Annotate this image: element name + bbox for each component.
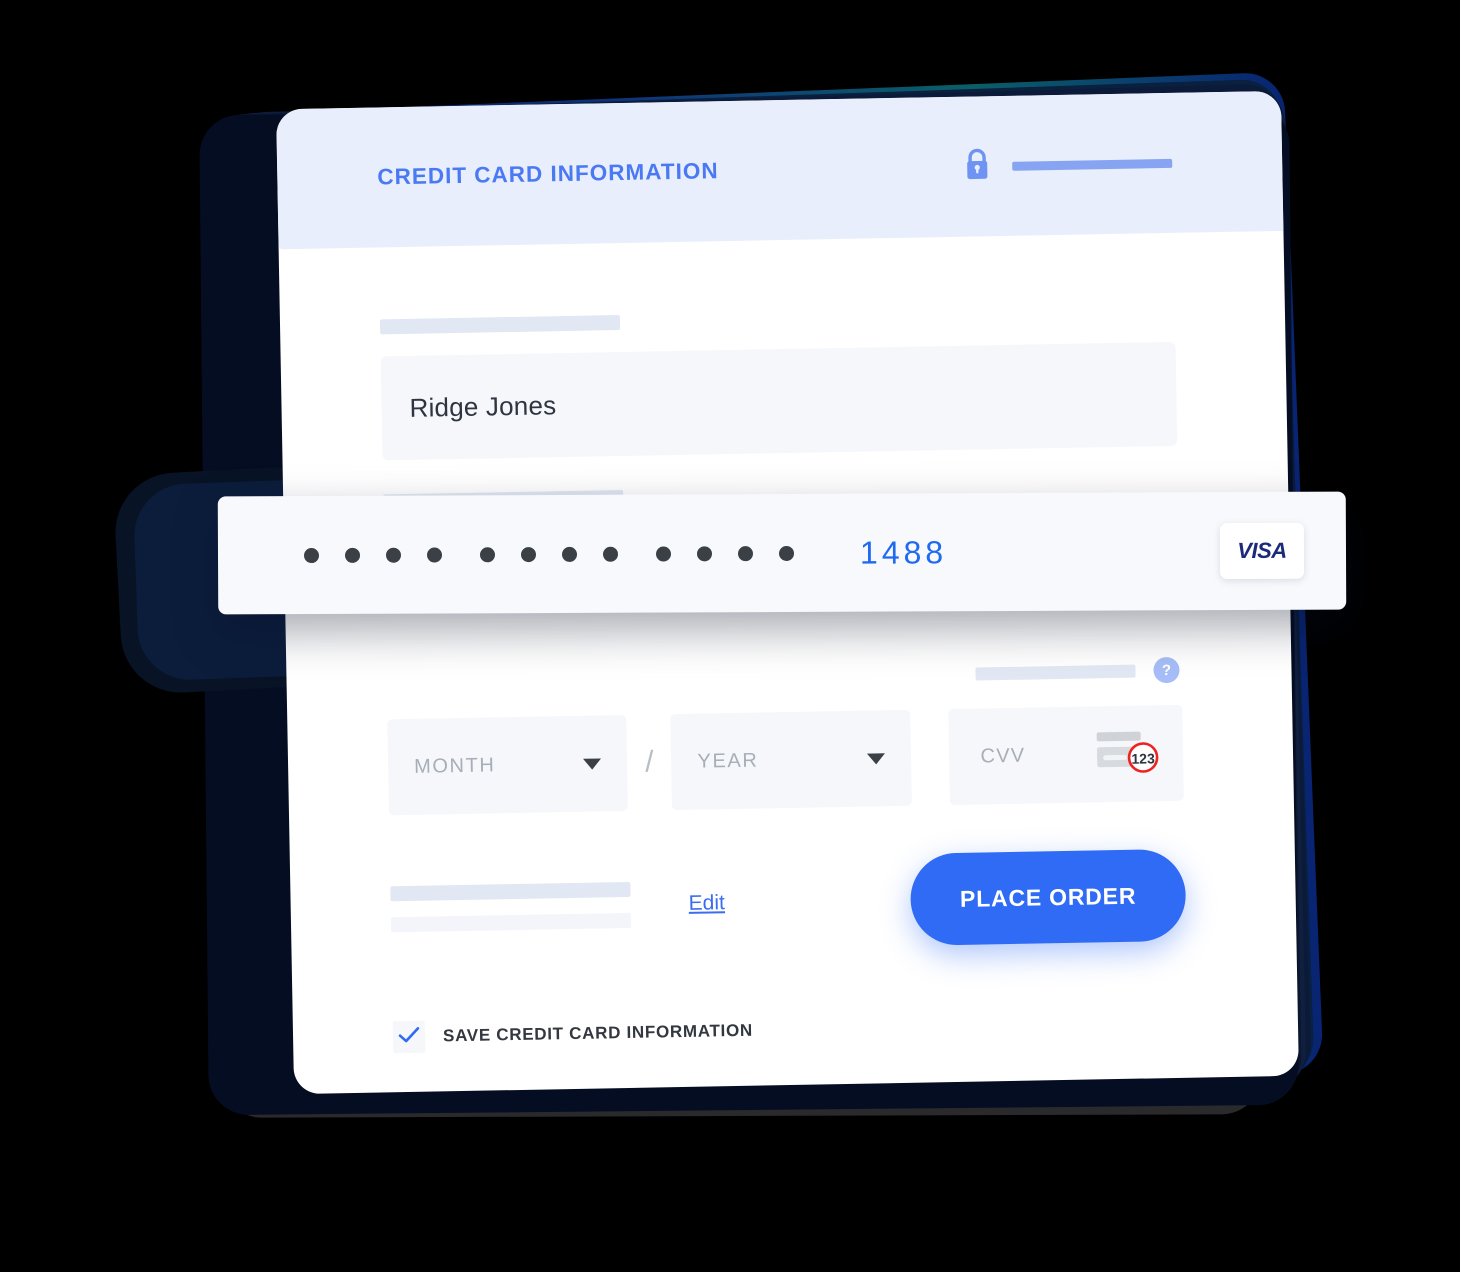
visa-logo-text: VISA xyxy=(1237,537,1287,564)
panel-header-secure-group xyxy=(962,143,1173,186)
masked-digit xyxy=(655,545,672,562)
masked-digit xyxy=(778,545,795,561)
order-action-row: Edit PLACE ORDER xyxy=(390,848,1187,956)
cardholder-name-value: Ridge Jones xyxy=(409,389,557,423)
panel-header: CREDIT CARD INFORMATION xyxy=(276,90,1284,250)
card-back-cvv-icon: 123 xyxy=(1094,725,1161,783)
masked-digit xyxy=(737,545,754,561)
svg-text:123: 123 xyxy=(1131,750,1155,766)
masked-digit xyxy=(696,545,713,561)
address-summary-placeholder xyxy=(390,881,632,933)
save-card-label: SAVE CREDIT CARD INFORMATION xyxy=(442,1020,754,1046)
expiry-separator: / xyxy=(644,745,654,779)
save-card-row: SAVE CREDIT CARD INFORMATION xyxy=(392,1007,1190,1094)
panel-body: Ridge Jones ? MONTH / YEAR CVV 123 Edit … xyxy=(280,303,1299,1094)
cvv-label-placeholder xyxy=(975,664,1136,681)
cvv-placeholder: CVV xyxy=(980,744,1026,767)
masked-digit xyxy=(344,547,361,563)
digit-group xyxy=(303,546,443,563)
chevron-down-icon xyxy=(583,757,602,770)
expiry-month-select[interactable]: MONTH xyxy=(387,714,629,816)
expiry-month-placeholder: MONTH xyxy=(413,753,496,778)
card-number-last-four: 1488 xyxy=(859,533,948,571)
cardholder-name-input[interactable]: Ridge Jones xyxy=(380,341,1178,461)
place-order-button[interactable]: PLACE ORDER xyxy=(909,848,1187,946)
card-number-strip[interactable]: 1488 VISA xyxy=(217,491,1347,615)
masked-digit xyxy=(520,546,537,562)
expiry-year-select[interactable]: YEAR xyxy=(670,709,912,811)
visa-logo-icon: VISA xyxy=(1219,522,1305,580)
cvv-input[interactable]: CVV 123 xyxy=(947,704,1184,806)
screenshot-stage: CREDIT CARD INFORMATION Ridge Jones ? MO… xyxy=(0,0,1460,1272)
cardholder-name-label-placeholder xyxy=(379,315,621,335)
address-placeholder-line-2 xyxy=(390,912,632,933)
save-card-checkbox[interactable] xyxy=(392,1020,426,1054)
cardholder-name-field-group: Ridge Jones xyxy=(379,305,1178,461)
expiry-and-cvv-row: MONTH / YEAR CVV 123 xyxy=(387,704,1184,816)
masked-digit xyxy=(385,547,402,563)
masked-digit xyxy=(561,546,578,562)
expiry-year-placeholder: YEAR xyxy=(697,749,759,773)
masked-digit xyxy=(426,546,443,563)
digit-group xyxy=(655,545,795,562)
masked-digit xyxy=(479,546,496,562)
masked-digit xyxy=(303,547,320,563)
edit-link[interactable]: Edit xyxy=(688,891,725,916)
page-title: CREDIT CARD INFORMATION xyxy=(377,158,719,190)
checkmark-icon xyxy=(398,1025,420,1048)
cvv-label-row: ? xyxy=(386,656,1181,698)
digit-group xyxy=(479,546,619,562)
address-placeholder-line-1 xyxy=(390,881,631,902)
secure-placeholder-bar xyxy=(1012,158,1173,171)
lock-icon xyxy=(962,147,993,187)
question-mark-icon[interactable]: ? xyxy=(1153,656,1180,684)
card-number-masked-digits xyxy=(303,545,795,563)
masked-digit xyxy=(602,546,619,562)
chevron-down-icon xyxy=(866,752,885,765)
